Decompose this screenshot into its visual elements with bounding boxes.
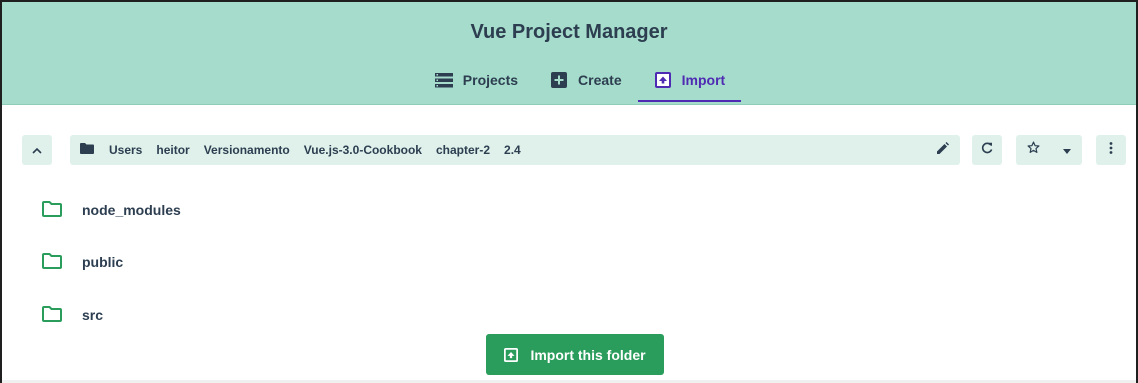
more-options-button[interactable] (1096, 135, 1126, 165)
root-folder-button[interactable] (72, 135, 102, 165)
list-icon (434, 72, 453, 88)
folder-name: public (82, 254, 124, 270)
app-window: Vue Project Manager Projects Create Impo… (0, 0, 1138, 383)
edit-path-button[interactable] (928, 135, 958, 165)
refresh-button[interactable] (972, 135, 1002, 165)
pencil-icon (937, 141, 949, 159)
parent-folder-button[interactable] (22, 135, 52, 165)
folder-name: node_modules (82, 202, 181, 218)
import-box-icon (654, 72, 672, 88)
import-box-icon (504, 347, 519, 362)
plus-box-icon (550, 72, 568, 88)
folder-outline-icon (42, 253, 64, 271)
app-title: Vue Project Manager (470, 21, 668, 43)
tab-projects-label: Projects (462, 72, 519, 88)
folder-item-public[interactable]: public (42, 250, 123, 274)
refresh-icon (981, 141, 993, 159)
tab-projects[interactable]: Projects (419, 72, 534, 105)
import-folder-label: Import this folder (530, 346, 646, 363)
folder-item-src[interactable]: src (42, 303, 103, 327)
path-segment-heitor[interactable]: heitor (149, 135, 196, 165)
folder-icon (80, 141, 94, 159)
tab-import[interactable]: Import (637, 72, 742, 105)
app-header: Vue Project Manager Projects Create Impo… (2, 2, 1136, 105)
more-vertical-icon (1109, 141, 1113, 159)
import-folder-button[interactable]: Import this folder (486, 334, 664, 375)
path-segment-users[interactable]: Users (102, 135, 149, 165)
folder-name: src (82, 307, 104, 323)
folder-item-node-modules[interactable]: node_modules (42, 198, 181, 222)
path-segment-current[interactable]: 2.4 (497, 135, 528, 165)
tab-create[interactable]: Create (534, 72, 638, 105)
chevron-up-icon (32, 141, 42, 159)
chevron-down-icon[interactable] (1062, 141, 1071, 159)
favorite-group (1016, 135, 1082, 165)
folder-outline-icon (42, 201, 64, 219)
path-segment-chapter-2[interactable]: chapter-2 (429, 135, 497, 165)
tab-bar: Projects Create Import (2, 72, 1136, 105)
folder-outline-icon (42, 306, 64, 324)
star-outline-icon[interactable] (1027, 141, 1040, 159)
path-segment-cookbook[interactable]: Vue.js-3.0-Cookbook (297, 135, 429, 165)
path-segment-versionamento[interactable]: Versionamento (197, 135, 297, 165)
path-breadcrumb: Users heitor Versionamento Vue.js-3.0-Co… (70, 135, 960, 165)
tab-create-label: Create (578, 72, 622, 88)
tab-import-label: Import (681, 72, 726, 88)
